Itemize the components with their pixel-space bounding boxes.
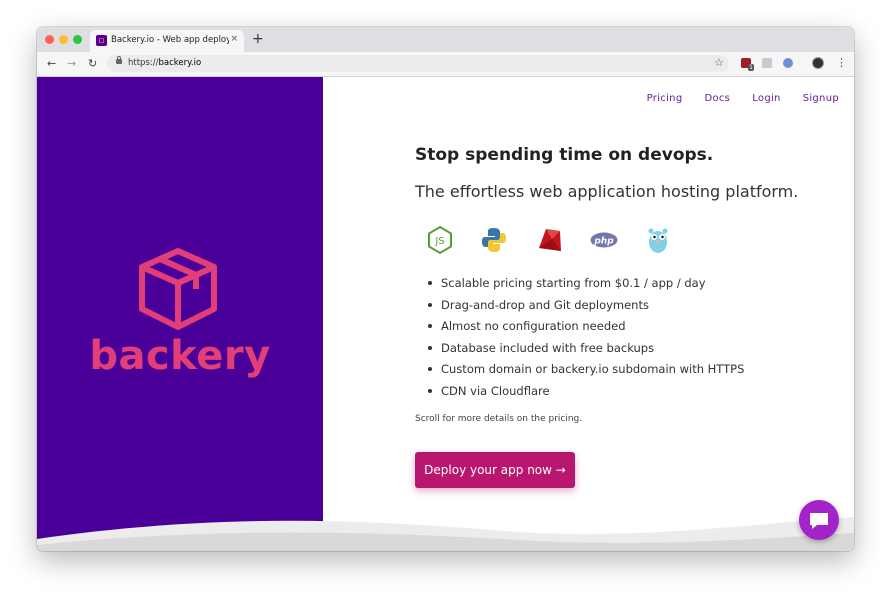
hero-subhead: The effortless web application hosting p… bbox=[415, 182, 799, 201]
feature-item: Custom domain or backery.io subdomain wi… bbox=[427, 361, 744, 383]
address-bar[interactable]: https://backery.io bbox=[107, 55, 729, 72]
bottom-wave-decoration bbox=[37, 517, 854, 551]
web-page: backery Pricing Docs Login Signup Stop spen… bbox=[37, 77, 854, 551]
ruby-icon bbox=[539, 229, 561, 251]
python-icon bbox=[482, 228, 506, 252]
forward-arrow-icon[interactable]: → bbox=[67, 57, 76, 71]
profile-avatar[interactable] bbox=[812, 57, 824, 69]
box-logo-icon bbox=[139, 248, 217, 330]
feature-list: Scalable pricing starting from $0.1 / ap… bbox=[415, 275, 744, 404]
browser-menu-icon[interactable]: ⋮ bbox=[836, 56, 847, 70]
go-gopher-icon bbox=[648, 228, 668, 253]
nav-docs-link[interactable]: Docs bbox=[704, 93, 730, 104]
top-navigation: Pricing Docs Login Signup bbox=[625, 93, 839, 104]
feature-item: Drag-and-drop and Git deployments bbox=[427, 297, 744, 319]
nav-signup-link[interactable]: Signup bbox=[803, 93, 839, 104]
backery-favicon-icon bbox=[96, 35, 107, 46]
close-window-button[interactable] bbox=[45, 35, 54, 44]
browser-window: Backery.io - Web app deploym × + ← → ↻ h… bbox=[37, 27, 854, 551]
maximize-window-button[interactable] bbox=[73, 35, 82, 44]
brand-panel: backery bbox=[37, 77, 323, 551]
extension-shield-icon[interactable]: 1 bbox=[741, 58, 754, 71]
extension-badge: 1 bbox=[748, 64, 754, 71]
php-label: php bbox=[593, 237, 614, 247]
chat-widget-button[interactable] bbox=[799, 500, 839, 540]
nav-login-link[interactable]: Login bbox=[752, 93, 780, 104]
feature-item: Almost no configuration needed bbox=[427, 318, 744, 340]
minimize-window-button[interactable] bbox=[59, 35, 68, 44]
tab-strip: Backery.io - Web app deploym × + bbox=[37, 27, 854, 52]
url-text[interactable]: https://backery.io bbox=[128, 58, 201, 68]
brand-logo-text: backery bbox=[89, 333, 271, 379]
tab-close-icon[interactable]: × bbox=[230, 34, 238, 44]
extension-chat-icon[interactable] bbox=[762, 58, 772, 68]
svg-text:JS: JS bbox=[434, 236, 444, 247]
browser-toolbar: ← → ↻ https://backery.io ☆ 1 ⋮ bbox=[37, 52, 854, 77]
nav-pricing-link[interactable]: Pricing bbox=[647, 93, 683, 104]
url-host: backery.io bbox=[158, 58, 202, 68]
back-arrow-icon[interactable]: ← bbox=[47, 57, 56, 71]
feature-item: Database included with free backups bbox=[427, 340, 744, 362]
bookmark-star-icon[interactable]: ☆ bbox=[714, 56, 724, 70]
extension-globe-icon[interactable] bbox=[783, 58, 793, 68]
deploy-app-button[interactable]: Deploy your app now → bbox=[415, 452, 575, 488]
tab-title: Backery.io - Web app deploym bbox=[111, 35, 229, 45]
browser-tab[interactable]: Backery.io - Web app deploym × bbox=[90, 30, 244, 52]
chat-bubble-icon bbox=[810, 513, 828, 529]
new-tab-button[interactable]: + bbox=[252, 30, 264, 48]
feature-item: Scalable pricing starting from $0.1 / ap… bbox=[427, 275, 744, 297]
php-icon: php bbox=[590, 232, 618, 248]
lock-icon bbox=[116, 56, 122, 64]
hero-headline: Stop spending time on devops. bbox=[415, 145, 714, 165]
url-scheme: https:// bbox=[128, 58, 159, 68]
reload-icon[interactable]: ↻ bbox=[88, 57, 97, 71]
nodejs-icon: JS bbox=[428, 225, 452, 255]
feature-item: CDN via Cloudflare bbox=[427, 383, 744, 405]
pricing-note: Scroll for more details on the pricing. bbox=[415, 414, 583, 424]
